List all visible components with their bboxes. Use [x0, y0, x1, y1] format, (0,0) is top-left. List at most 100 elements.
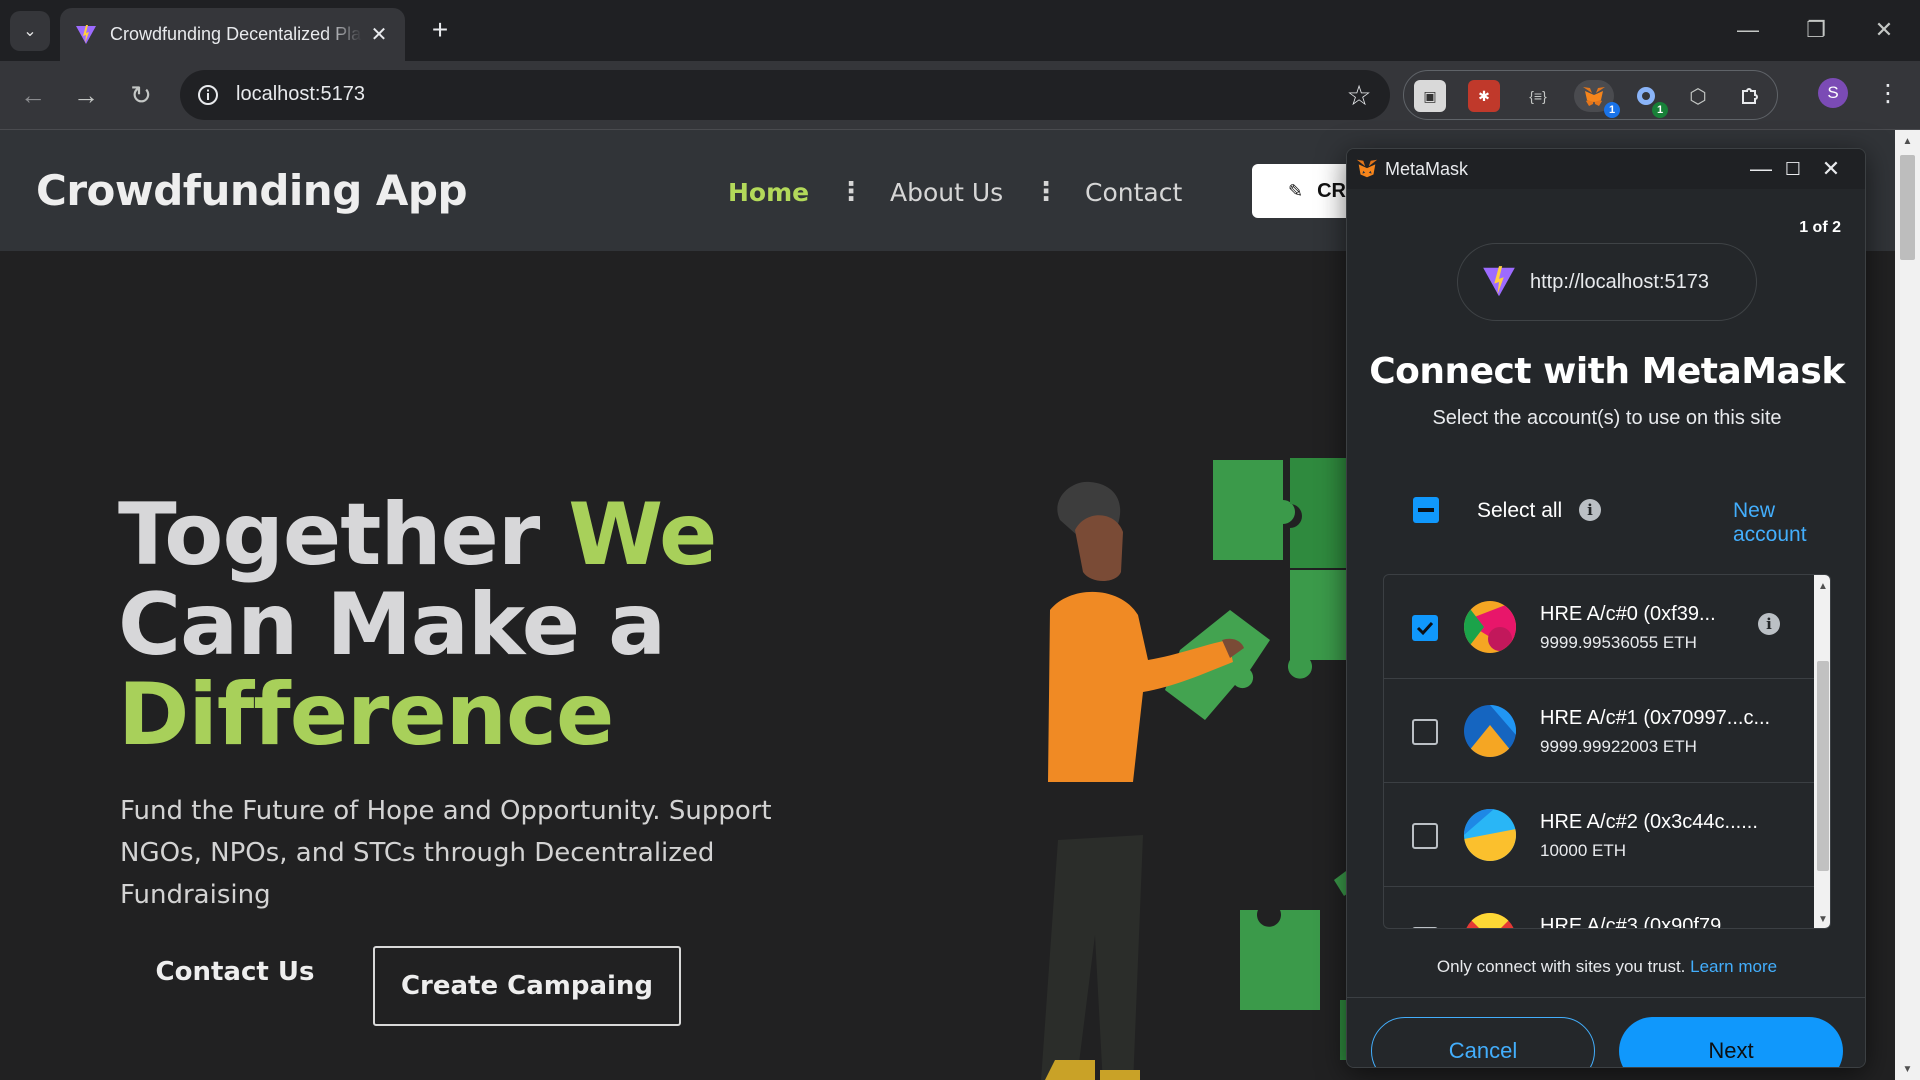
scroll-down-arrow-icon[interactable]: ▼ [1900, 1062, 1915, 1077]
next-button[interactable]: Next [1619, 1017, 1843, 1067]
select-all-row: Select all i New account [1413, 489, 1813, 546]
nav-contact-link[interactable]: Contact [1085, 178, 1182, 207]
bookmark-star-icon[interactable]: ☆ [1342, 78, 1376, 112]
metamask-minimize-button[interactable]: — [1743, 153, 1779, 185]
extension-1-icon[interactable]: ▣ [1414, 80, 1446, 112]
account-list-scroll-down-icon[interactable]: ▼ [1814, 910, 1830, 928]
nav-about-link[interactable]: About Us [890, 178, 1003, 207]
account-row[interactable]: HRE A/c#2 (0x3c44c...... 10000 ETH [1384, 783, 1814, 887]
pencil-icon: ✎ [1288, 180, 1304, 201]
extension-5-badge: 1 [1652, 102, 1668, 118]
cta-label: CR [1317, 179, 1346, 202]
connect-subheading: Select the account(s) to use on this sit… [1432, 407, 1782, 429]
nav-home-link[interactable]: Home [728, 178, 809, 207]
minimize-window-button[interactable]: — [1728, 12, 1768, 48]
metamask-window-title: MetaMask [1385, 159, 1469, 179]
metamask-maximize-button[interactable]: ☐ [1775, 153, 1811, 185]
request-page-count: 1 of 2 [1799, 219, 1841, 236]
hero-subtitle: Fund the Future of Hope and Opportunity.… [120, 796, 772, 910]
learn-more-link[interactable]: Learn more [1690, 957, 1777, 976]
back-button[interactable]: ← [13, 75, 53, 115]
select-all-checkbox[interactable] [1413, 497, 1439, 523]
profile-avatar[interactable]: S [1818, 78, 1848, 108]
nav-separator: ⋮ [1033, 176, 1059, 206]
account-row[interactable]: HRE A/c#1 (0x70997...c... 9999.99922003 … [1384, 679, 1814, 783]
metamask-titlebar: MetaMask — ☐ ✕ [1347, 149, 1865, 189]
account-0-balance: 9999.99536055 ETH [1540, 633, 1697, 652]
account-list-scrollbar-thumb[interactable] [1817, 661, 1829, 871]
cube-extension-icon[interactable]: ⬡ [1682, 80, 1714, 112]
close-window-button[interactable]: ✕ [1864, 12, 1904, 48]
vite-favicon-icon [76, 24, 96, 44]
address-text[interactable]: localhost:5173 [236, 83, 365, 106]
person-figure [1041, 481, 1244, 1080]
select-all-label: Select all [1477, 499, 1563, 522]
scroll-up-arrow-icon[interactable]: ▲ [1900, 134, 1915, 149]
trust-text: Only connect with sites you trust. [1436, 957, 1686, 976]
address-bar[interactable]: localhost:5173 ☆ [180, 70, 1390, 120]
site-brand[interactable]: Crowdfunding App [36, 166, 468, 215]
account-2-avatar [1464, 809, 1516, 861]
account-3-name: HRE A/c#3 (0x90f79...... [1540, 915, 1755, 929]
extensions-area: ▣ ✱ {≡} 1 1 ⬡ [1403, 70, 1778, 120]
metamask-popup: MetaMask — ☐ ✕ 1 of 2 http://localhost:5… [1346, 148, 1866, 1068]
tab-strip: ⌄ Crowdfunding Decentalized Platform ✕ +… [0, 0, 1920, 61]
select-all-info-icon[interactable]: i [1579, 499, 1601, 521]
account-3-checkbox[interactable] [1412, 927, 1438, 928]
account-1-avatar [1464, 705, 1516, 757]
footer-divider [1347, 997, 1865, 998]
account-2-checkbox[interactable] [1412, 823, 1438, 849]
forward-button[interactable]: → [66, 75, 106, 115]
new-tab-button[interactable]: + [424, 14, 456, 46]
vite-site-icon [1483, 266, 1515, 297]
hero-illustration [1041, 458, 1380, 1080]
page-scrollbar[interactable] [1895, 130, 1920, 1080]
restore-window-button[interactable]: ❐ [1796, 12, 1836, 48]
browser-menu-icon[interactable]: ⋮ [1872, 77, 1904, 109]
account-0-info-icon[interactable]: i [1758, 613, 1780, 635]
tab-title: Crowdfunding Decentalized Platform [110, 24, 362, 44]
account-1-balance: 9999.99922003 ETH [1540, 737, 1697, 756]
site-info-icon[interactable] [192, 79, 224, 111]
reload-button[interactable]: ↻ [121, 75, 161, 115]
connect-heading: Connect with MetaMask [1369, 351, 1845, 392]
contact-us-button[interactable]: Contact Us [150, 946, 320, 998]
page-scrollbar-thumb[interactable] [1900, 155, 1915, 260]
account-0-name: HRE A/c#0 (0xf39... [1540, 603, 1716, 625]
extension-2-icon[interactable]: ✱ [1468, 80, 1500, 112]
create-campaign-button[interactable]: Create Campaing [373, 946, 681, 1026]
metamask-body: 1 of 2 http://localhost:5173 Connect wit… [1347, 189, 1865, 1067]
metamask-badge: 1 [1604, 102, 1620, 118]
extension-3-icon[interactable]: {≡} [1522, 80, 1554, 112]
hero-title: Together We Can Make a Difference [118, 490, 717, 760]
browser-toolbar: ← → ↻ localhost:5173 ☆ ▣ ✱ {≡} 1 1 ⬡ S ⋮ [0, 61, 1920, 130]
metamask-close-button[interactable]: ✕ [1813, 153, 1849, 185]
browser-tab[interactable]: Crowdfunding Decentalized Platform ✕ [60, 8, 405, 61]
metamask-fox-icon [1356, 159, 1378, 178]
hero-line1: Together [118, 485, 569, 585]
account-list-scroll-up-icon[interactable]: ▲ [1814, 577, 1830, 595]
tab-close-icon[interactable]: ✕ [367, 22, 391, 46]
tab-search-button[interactable]: ⌄ [10, 11, 50, 51]
cancel-button[interactable]: Cancel [1371, 1017, 1595, 1067]
trust-notice: Only connect with sites you trust. Learn… [1347, 957, 1865, 977]
extension-5-icon[interactable]: 1 [1630, 80, 1668, 118]
account-3-avatar [1464, 913, 1516, 928]
new-account-link[interactable]: New account [1733, 499, 1813, 547]
account-2-balance: 10000 ETH [1540, 841, 1626, 860]
account-row[interactable]: HRE A/c#3 (0x90f79...... [1384, 887, 1814, 929]
account-row[interactable]: HRE A/c#0 (0xf39... 9999.99536055 ETH i [1384, 575, 1814, 679]
account-1-checkbox[interactable] [1412, 719, 1438, 745]
metamask-extension-icon[interactable]: 1 [1574, 80, 1620, 118]
chevron-down-icon: ⌄ [23, 23, 37, 40]
account-0-checkbox[interactable] [1412, 615, 1438, 641]
nav-separator: ⋮ [838, 176, 864, 206]
account-1-name: HRE A/c#1 (0x70997...c... [1540, 707, 1771, 729]
origin-pill: http://localhost:5173 [1457, 243, 1757, 321]
puzzle-icon[interactable] [1734, 80, 1766, 112]
account-list: HRE A/c#0 (0xf39... 9999.99536055 ETH i … [1383, 574, 1831, 929]
hero-line2: Can Make a [118, 575, 666, 675]
hero-accent-we: We [568, 485, 717, 585]
origin-url: http://localhost:5173 [1530, 270, 1710, 293]
account-2-name: HRE A/c#2 (0x3c44c...... [1540, 811, 1758, 833]
